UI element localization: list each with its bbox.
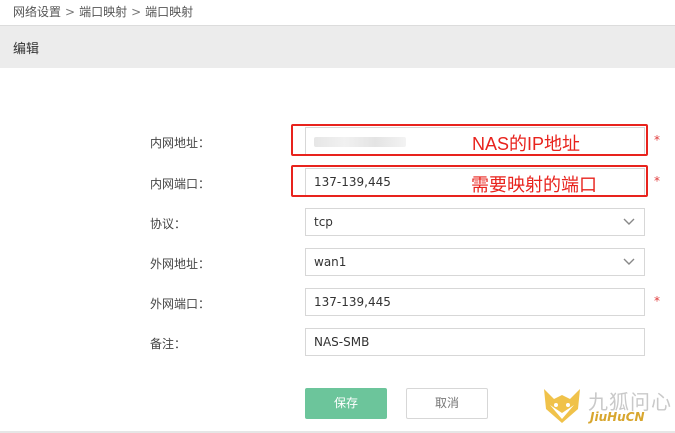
- internal-port-label: 内网端口：: [150, 177, 211, 191]
- remark-row: 备注： NAS-SMB: [0, 328, 675, 360]
- annotation-port-text: 需要映射的端口: [471, 175, 597, 195]
- chevron-down-icon: [623, 258, 635, 265]
- external-address-value: wan1: [314, 255, 347, 269]
- breadcrumb-separator: >: [131, 5, 142, 19]
- fox-logo-icon: [544, 389, 580, 423]
- title-bar: 编辑: [0, 25, 675, 68]
- watermark: 九狐问心 JiuHuCN: [540, 383, 672, 429]
- protocol-row: 协议： tcp: [0, 208, 675, 240]
- chevron-down-icon: [623, 218, 635, 225]
- breadcrumb-item-current: 端口映射: [145, 5, 194, 19]
- internal-address-label: 内网地址：: [150, 136, 211, 150]
- save-button[interactable]: 保存: [305, 388, 387, 419]
- external-port-input[interactable]: 137-139,445: [305, 288, 645, 316]
- protocol-label: 协议：: [150, 217, 187, 231]
- remark-label: 备注：: [150, 337, 187, 351]
- breadcrumb-item-port-mapping[interactable]: 端口映射: [79, 3, 127, 20]
- cancel-button[interactable]: 取消: [406, 388, 488, 419]
- remark-input[interactable]: NAS-SMB: [305, 328, 645, 356]
- external-address-label: 外网地址：: [150, 257, 211, 271]
- external-address-row: 外网地址： wan1: [0, 248, 675, 280]
- required-mark: *: [654, 294, 660, 308]
- protocol-select[interactable]: tcp: [305, 208, 645, 236]
- breadcrumb-item-network-settings[interactable]: 网络设置: [13, 3, 61, 20]
- protocol-value: tcp: [314, 215, 333, 229]
- annotation-address-text: NAS的IP地址: [472, 134, 581, 154]
- required-mark: *: [654, 133, 660, 147]
- watermark-text-en: JiuHuCN: [590, 410, 645, 424]
- external-port-row: 外网端口： 137-139,445 *: [0, 288, 675, 320]
- annotation-box-address: [291, 124, 648, 156]
- page-title: 编辑: [13, 42, 40, 57]
- external-port-label: 外网端口：: [150, 297, 211, 311]
- external-address-select[interactable]: wan1: [305, 248, 645, 276]
- required-mark: *: [654, 174, 660, 188]
- breadcrumb-separator: >: [65, 5, 76, 19]
- breadcrumb: 网络设置 > 端口映射 > 端口映射: [13, 3, 193, 21]
